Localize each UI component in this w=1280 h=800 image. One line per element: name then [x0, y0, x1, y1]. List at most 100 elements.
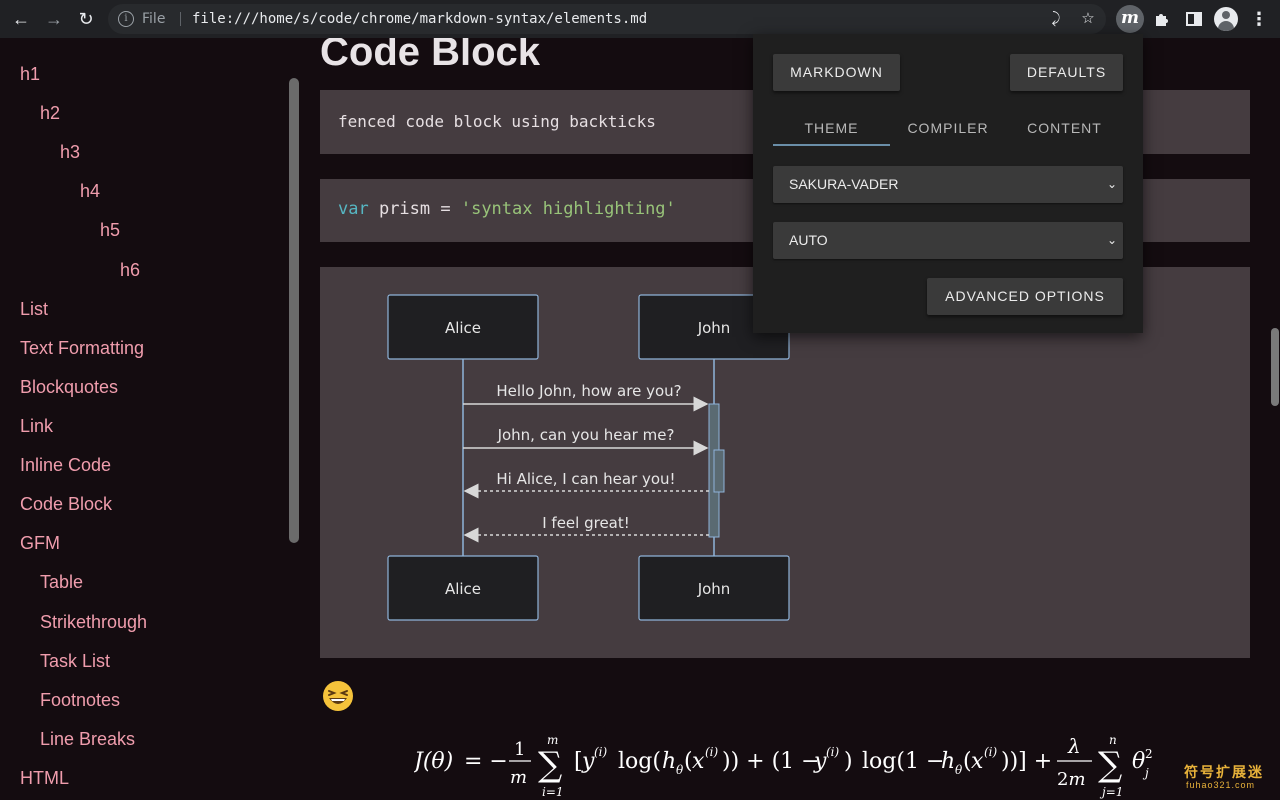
- chevron-down-icon: ⌄: [1106, 177, 1117, 191]
- toc-item-strikethrough[interactable]: Strikethrough: [40, 612, 147, 633]
- mode-select[interactable]: AUTO ⌄: [773, 222, 1123, 259]
- toc-item-h2[interactable]: h2: [40, 103, 60, 124]
- extensions-puzzle-icon[interactable]: [1151, 8, 1173, 30]
- url-text[interactable]: file:///home/s/code/chrome/markdown-synt…: [192, 11, 647, 27]
- tab-theme[interactable]: THEME: [773, 120, 890, 144]
- chevron-down-icon: ⌄: [1106, 233, 1117, 247]
- svg-text:i=1: i=1: [542, 785, 564, 799]
- toc-item-code-block[interactable]: Code Block: [20, 494, 112, 515]
- message-label-3: Hi Alice, I can hear you!: [496, 470, 675, 488]
- omnibox-divider: [180, 12, 181, 26]
- message-label-2: John, can you hear me?: [497, 426, 675, 444]
- code-text: fenced code block using backticks: [338, 112, 656, 131]
- svg-text:2: 2: [1145, 747, 1153, 761]
- address-bar[interactable]: i File file:///home/s/code/chrome/markdo…: [108, 4, 1106, 34]
- svg-text:= −: = −: [464, 749, 508, 774]
- actor-label-alice-top: Alice: [445, 319, 481, 337]
- svg-text:(i): (i): [594, 745, 608, 759]
- toc-item-h3[interactable]: h3: [60, 142, 80, 163]
- toc-item-footnotes[interactable]: Footnotes: [40, 690, 120, 711]
- share-icon[interactable]: ⤸: [1046, 9, 1066, 29]
- message-label-1: Hello John, how are you?: [496, 382, 681, 400]
- svg-text:m: m: [510, 767, 527, 788]
- active-tab-indicator: [773, 144, 890, 146]
- mode-select-value: AUTO: [789, 232, 828, 248]
- svg-text:x: x: [971, 749, 984, 774]
- defaults-button[interactable]: DEFAULTS: [1010, 54, 1123, 91]
- svg-text:log(1 −: log(1 −: [862, 749, 944, 774]
- toc-item-task-list[interactable]: Task List: [40, 651, 110, 672]
- menu-kebab-icon[interactable]: ⋮: [1250, 8, 1268, 30]
- reload-icon[interactable]: ↻: [74, 7, 98, 31]
- code-keyword: var: [338, 199, 369, 219]
- theme-select[interactable]: SAKURA-VADER ⌄: [773, 166, 1123, 203]
- code-string: 'syntax highlighting': [460, 199, 676, 219]
- page-scrollbar-track: [1270, 38, 1280, 800]
- page-heading: Code Block: [320, 38, 541, 74]
- bookmark-star-icon[interactable]: ☆: [1078, 9, 1098, 29]
- markdown-button[interactable]: MARKDOWN: [773, 54, 900, 91]
- toc-item-line-breaks[interactable]: Line Breaks: [40, 729, 135, 750]
- tab-content[interactable]: CONTENT: [1006, 120, 1123, 144]
- toc-item-list[interactable]: List: [20, 299, 48, 320]
- svg-text:log(: log(: [618, 749, 661, 774]
- actor-label-john-top: John: [697, 319, 731, 337]
- svg-text:θ: θ: [955, 763, 963, 777]
- svg-text:1: 1: [514, 739, 525, 760]
- svg-text:h: h: [941, 749, 955, 774]
- toc-item-gfm[interactable]: GFM: [20, 533, 60, 554]
- toc-item-h6[interactable]: h6: [120, 260, 140, 281]
- toc-sidebar: h1 h2 h3 h4 h5 h6 List Text Formatting B…: [0, 38, 300, 800]
- forward-arrow-icon[interactable]: →: [42, 7, 66, 31]
- svg-text:(i): (i): [826, 745, 840, 759]
- svg-text:θ: θ: [1132, 749, 1145, 774]
- svg-text:∑: ∑: [538, 745, 562, 785]
- code-plain: prism =: [368, 199, 461, 219]
- tab-compiler[interactable]: COMPILER: [890, 120, 1006, 144]
- toc-item-blockquotes[interactable]: Blockquotes: [20, 377, 118, 398]
- scheme-label: File: [142, 11, 166, 27]
- svg-text:j=1: j=1: [1099, 785, 1123, 799]
- watermark-text: 符号扩展迷: [1184, 764, 1264, 780]
- toc-item-text-formatting[interactable]: Text Formatting: [20, 338, 144, 359]
- side-panel-icon[interactable]: [1183, 8, 1205, 30]
- svg-text:∑: ∑: [1098, 745, 1122, 785]
- code-line: var prism = 'syntax highlighting': [338, 199, 676, 219]
- markdown-viewer-popup: MARKDOWN DEFAULTS THEME COMPILER CONTENT…: [753, 34, 1143, 333]
- toc-item-inline-code[interactable]: Inline Code: [20, 455, 111, 476]
- svg-text:h: h: [662, 749, 676, 774]
- svg-text:2m: 2m: [1057, 769, 1086, 790]
- svg-text:x: x: [692, 749, 705, 774]
- actor-label-alice-bottom: Alice: [445, 580, 481, 598]
- sidebar-scrollbar[interactable]: [289, 78, 299, 543]
- toc-item-h5[interactable]: h5: [100, 220, 120, 241]
- svg-text:(i): (i): [984, 745, 998, 759]
- svg-text:y: y: [813, 749, 827, 774]
- profile-avatar[interactable]: [1214, 7, 1238, 31]
- toc-item-table[interactable]: Table: [40, 572, 83, 593]
- svg-text:J(θ): J(θ): [414, 749, 453, 774]
- theme-select-value: SAKURA-VADER: [789, 176, 899, 192]
- grinning-squinting-face-icon: [323, 681, 353, 711]
- svg-text:): ): [844, 749, 853, 774]
- markdown-extension-icon[interactable]: m: [1116, 5, 1144, 33]
- svg-text:)) + (1 −: )) + (1 −: [722, 749, 820, 774]
- message-label-4: I feel great!: [542, 514, 630, 532]
- watermark-domain: fuhao321.com: [1186, 780, 1256, 790]
- actor-label-john-bottom: John: [697, 580, 731, 598]
- toc-item-link[interactable]: Link: [20, 416, 53, 437]
- activation-box-inner: [713, 449, 725, 493]
- toc-item-h4[interactable]: h4: [80, 181, 100, 202]
- svg-text:))] +: ))] +: [1001, 749, 1052, 774]
- page-scrollbar-thumb[interactable]: [1271, 328, 1279, 406]
- toc-item-h1[interactable]: h1: [20, 64, 40, 85]
- toc-item-html[interactable]: HTML: [20, 768, 69, 789]
- back-arrow-icon[interactable]: ←: [9, 7, 33, 31]
- svg-text:λ: λ: [1067, 734, 1081, 758]
- svg-text:θ: θ: [676, 763, 684, 777]
- info-icon[interactable]: i: [118, 11, 134, 27]
- advanced-options-button[interactable]: ADVANCED OPTIONS: [927, 278, 1123, 315]
- svg-text:(i): (i): [705, 745, 719, 759]
- svg-text:y: y: [581, 749, 595, 774]
- browser-toolbar: ← → ↻ i File file:///home/s/code/chrome/…: [0, 0, 1280, 38]
